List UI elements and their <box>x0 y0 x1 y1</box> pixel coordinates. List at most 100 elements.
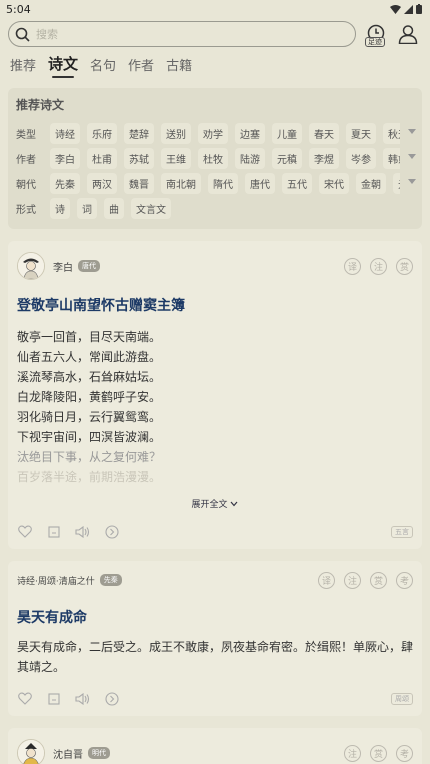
filter-chip[interactable]: 金朝 <box>356 173 386 194</box>
recommend-panel: 推荐诗文 类型 诗经乐府楚辞送别劝学边塞儿童春天夏天秋天冬作者 李白杜甫苏轼王维杜牧… <box>8 88 422 229</box>
filter-chip[interactable]: 夏天 <box>346 123 376 144</box>
avatar[interactable] <box>17 252 45 280</box>
audio-button[interactable] <box>75 524 90 539</box>
speaker-icon <box>75 692 90 705</box>
translate-button[interactable]: 译 <box>344 257 361 275</box>
audio-button[interactable] <box>75 691 90 706</box>
filter-chip[interactable]: 南北朝 <box>161 173 201 194</box>
favorite-button[interactable] <box>17 524 32 539</box>
share-button[interactable] <box>104 691 119 706</box>
filter-chip[interactable]: 杜甫 <box>87 148 117 169</box>
filter-chip[interactable]: 先秦 <box>50 173 80 194</box>
annotate-button[interactable]: 注 <box>370 257 387 275</box>
poem-source[interactable]: 诗经·周颂·清庙之什 <box>17 574 95 587</box>
form-tag: 周颂 <box>391 692 413 705</box>
tab-authors[interactable]: 作者 <box>128 55 154 78</box>
translate-button[interactable]: 译 <box>318 571 335 589</box>
filter-row: 朝代 先秦两汉魏晋南北朝隋代唐代五代宋代金朝元代明 <box>16 171 422 196</box>
research-button[interactable]: 考 <box>396 571 413 589</box>
appreciate-button[interactable]: 赏 <box>370 571 387 589</box>
poem-body: 敬亭一回首，目尽天南端。 仙者五六人，常闻此游盘。 溪流琴高水，石耸麻姑坛。 白… <box>17 327 413 487</box>
filter-chip[interactable]: 秋天 <box>383 123 400 144</box>
filter-label: 作者 <box>16 155 36 166</box>
filter-chip[interactable]: 文言文 <box>131 198 171 219</box>
user-icon <box>398 25 418 44</box>
filter-chip[interactable]: 儿童 <box>272 123 302 144</box>
search-input[interactable]: 搜索 <box>8 21 356 47</box>
expand-row-icon[interactable] <box>408 179 416 184</box>
expand-row-icon[interactable] <box>408 154 416 159</box>
status-icons <box>390 4 422 14</box>
dynasty-badge: 明代 <box>88 747 110 759</box>
dynasty-badge: 唐代 <box>78 260 100 272</box>
chip-list: 李白杜甫苏轼王维杜牧陆游元稹李煜岑参韩愈齐 <box>50 148 400 169</box>
filter-chip[interactable]: 春天 <box>309 123 339 144</box>
filter-chip[interactable]: 元代 <box>393 173 400 194</box>
filter-chip[interactable]: 五代 <box>282 173 312 194</box>
filter-chip[interactable]: 李煜 <box>309 148 339 169</box>
tab-quotes[interactable]: 名句 <box>90 55 116 78</box>
filter-chip[interactable]: 诗经 <box>50 123 80 144</box>
top-bar: 搜索 足迹 <box>0 18 430 48</box>
filter-chip[interactable]: 陆游 <box>235 148 265 169</box>
research-button[interactable]: 考 <box>396 744 413 762</box>
dynasty-badge: 先秦 <box>99 574 122 586</box>
wifi-icon <box>390 4 401 14</box>
arrow-right-circle-icon <box>104 524 119 539</box>
filter-chip[interactable]: 词 <box>77 198 97 219</box>
appreciate-button[interactable]: 赏 <box>370 744 387 762</box>
filter-chip[interactable]: 元稹 <box>272 148 302 169</box>
poem-card[interactable]: 诗经·周颂·清庙之什 先秦 译 注 赏 考 昊天有成命 昊天有成命，二后受之。成… <box>8 561 422 716</box>
poem-card[interactable]: 沈自晋 明代 注 赏 考 <box>8 728 422 764</box>
filter-chip[interactable]: 送别 <box>161 123 191 144</box>
copy-icon <box>47 692 60 705</box>
filter-chip[interactable]: 边塞 <box>235 123 265 144</box>
filter-chip[interactable]: 两汉 <box>87 173 117 194</box>
filter-chip[interactable]: 韩愈 <box>383 148 400 169</box>
author-name[interactable]: 李白 <box>53 259 73 274</box>
filter-chip[interactable]: 岑参 <box>346 148 376 169</box>
tab-poems[interactable]: 诗文 <box>48 53 78 78</box>
author-portrait-icon <box>18 253 44 279</box>
filter-chip[interactable]: 乐府 <box>87 123 117 144</box>
status-time: 5:04 <box>6 2 31 16</box>
author-name[interactable]: 沈自晋 <box>53 746 83 761</box>
copy-button[interactable] <box>46 691 61 706</box>
expand-row-icon[interactable] <box>408 129 416 134</box>
poem-title[interactable]: 登敬亭山南望怀古赠窦主簿 <box>17 295 413 315</box>
expand-label: 展开全文 <box>191 500 228 510</box>
history-badge: 足迹 <box>365 37 385 47</box>
battery-icon <box>416 4 422 14</box>
poem-line: 仙者五六人，常闻此游盘。 <box>17 350 162 364</box>
annotate-button[interactable]: 注 <box>344 744 361 762</box>
filter-chip[interactable]: 苏轼 <box>124 148 154 169</box>
heart-icon <box>17 525 32 538</box>
poem-card[interactable]: 李白 唐代 译 注 赏 登敬亭山南望怀古赠窦主簿 敬亭一回首，目尽天南端。 仙者… <box>8 241 422 549</box>
poem-title[interactable]: 昊天有成命 <box>17 607 413 627</box>
filter-chip[interactable]: 宋代 <box>319 173 349 194</box>
avatar[interactable] <box>17 739 45 764</box>
copy-button[interactable] <box>46 524 61 539</box>
share-button[interactable] <box>104 524 119 539</box>
search-icon <box>15 27 30 42</box>
history-button[interactable]: 足迹 <box>364 22 388 47</box>
form-tag: 五言 <box>391 525 413 538</box>
filter-chip[interactable]: 王维 <box>161 148 191 169</box>
filter-chip[interactable]: 曲 <box>104 198 124 219</box>
filter-chip[interactable]: 楚辞 <box>124 123 154 144</box>
tab-recommend[interactable]: 推荐 <box>10 55 36 78</box>
annotate-button[interactable]: 注 <box>344 571 361 589</box>
chip-list: 诗词曲文言文 <box>50 198 400 219</box>
filter-chip[interactable]: 劝学 <box>198 123 228 144</box>
filter-chip[interactable]: 魏晋 <box>124 173 154 194</box>
favorite-button[interactable] <box>17 691 32 706</box>
appreciate-button[interactable]: 赏 <box>396 257 413 275</box>
filter-chip[interactable]: 杜牧 <box>198 148 228 169</box>
profile-button[interactable] <box>396 22 420 46</box>
filter-chip[interactable]: 诗 <box>50 198 70 219</box>
tab-classics[interactable]: 古籍 <box>166 55 192 78</box>
filter-chip[interactable]: 隋代 <box>208 173 238 194</box>
filter-chip[interactable]: 唐代 <box>245 173 275 194</box>
filter-chip[interactable]: 李白 <box>50 148 80 169</box>
expand-button[interactable]: 展开全文 <box>17 497 413 510</box>
